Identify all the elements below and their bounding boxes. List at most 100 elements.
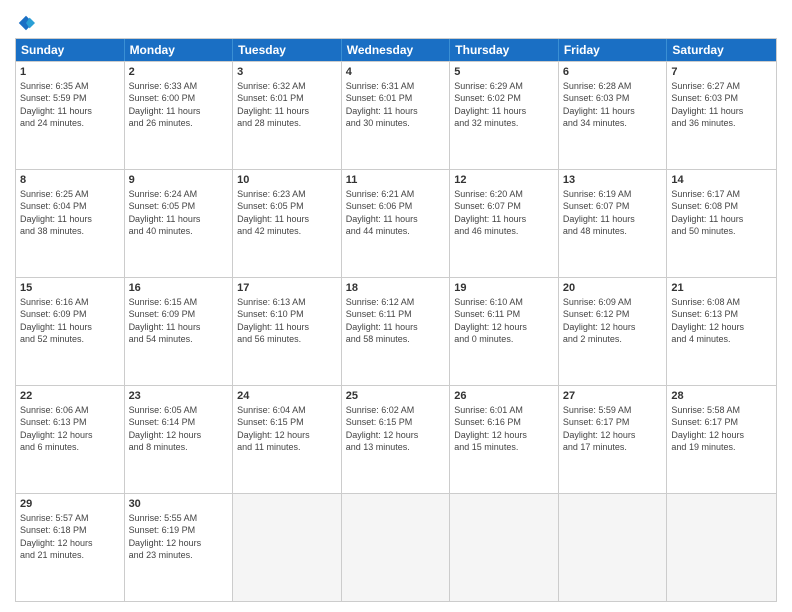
cell-details: Sunrise: 6:15 AMSunset: 6:09 PMDaylight:… bbox=[129, 296, 229, 345]
day-number: 29 bbox=[20, 497, 120, 511]
calendar-row: 29Sunrise: 5:57 AMSunset: 6:18 PMDayligh… bbox=[16, 493, 776, 601]
calendar-cell: 2Sunrise: 6:33 AMSunset: 6:00 PMDaylight… bbox=[125, 62, 234, 169]
day-number: 30 bbox=[129, 497, 229, 511]
cell-details: Sunrise: 6:10 AMSunset: 6:11 PMDaylight:… bbox=[454, 296, 554, 345]
calendar-cell: 29Sunrise: 5:57 AMSunset: 6:18 PMDayligh… bbox=[16, 494, 125, 601]
calendar-cell: 14Sunrise: 6:17 AMSunset: 6:08 PMDayligh… bbox=[667, 170, 776, 277]
day-number: 21 bbox=[671, 281, 772, 295]
day-number: 27 bbox=[563, 389, 663, 403]
page: SundayMondayTuesdayWednesdayThursdayFrid… bbox=[0, 0, 792, 612]
day-number: 19 bbox=[454, 281, 554, 295]
calendar-cell: 5Sunrise: 6:29 AMSunset: 6:02 PMDaylight… bbox=[450, 62, 559, 169]
cell-details: Sunrise: 6:01 AMSunset: 6:16 PMDaylight:… bbox=[454, 404, 554, 453]
cell-details: Sunrise: 6:29 AMSunset: 6:02 PMDaylight:… bbox=[454, 80, 554, 129]
day-number: 11 bbox=[346, 173, 446, 187]
day-number: 18 bbox=[346, 281, 446, 295]
day-number: 13 bbox=[563, 173, 663, 187]
calendar-header-day: Thursday bbox=[450, 39, 559, 61]
cell-details: Sunrise: 6:32 AMSunset: 6:01 PMDaylight:… bbox=[237, 80, 337, 129]
cell-details: Sunrise: 6:23 AMSunset: 6:05 PMDaylight:… bbox=[237, 188, 337, 237]
day-number: 17 bbox=[237, 281, 337, 295]
calendar-cell: 26Sunrise: 6:01 AMSunset: 6:16 PMDayligh… bbox=[450, 386, 559, 493]
day-number: 24 bbox=[237, 389, 337, 403]
calendar-header-day: Friday bbox=[559, 39, 668, 61]
day-number: 15 bbox=[20, 281, 120, 295]
calendar-header-day: Sunday bbox=[16, 39, 125, 61]
calendar-cell: 15Sunrise: 6:16 AMSunset: 6:09 PMDayligh… bbox=[16, 278, 125, 385]
day-number: 4 bbox=[346, 65, 446, 79]
cell-details: Sunrise: 6:16 AMSunset: 6:09 PMDaylight:… bbox=[20, 296, 120, 345]
cell-details: Sunrise: 6:27 AMSunset: 6:03 PMDaylight:… bbox=[671, 80, 772, 129]
cell-details: Sunrise: 6:19 AMSunset: 6:07 PMDaylight:… bbox=[563, 188, 663, 237]
day-number: 25 bbox=[346, 389, 446, 403]
calendar-cell: 8Sunrise: 6:25 AMSunset: 6:04 PMDaylight… bbox=[16, 170, 125, 277]
day-number: 6 bbox=[563, 65, 663, 79]
calendar-cell: 19Sunrise: 6:10 AMSunset: 6:11 PMDayligh… bbox=[450, 278, 559, 385]
day-number: 2 bbox=[129, 65, 229, 79]
cell-details: Sunrise: 6:02 AMSunset: 6:15 PMDaylight:… bbox=[346, 404, 446, 453]
logo bbox=[15, 10, 35, 32]
calendar-cell: 18Sunrise: 6:12 AMSunset: 6:11 PMDayligh… bbox=[342, 278, 451, 385]
calendar-header-day: Wednesday bbox=[342, 39, 451, 61]
cell-details: Sunrise: 6:17 AMSunset: 6:08 PMDaylight:… bbox=[671, 188, 772, 237]
calendar-cell: 11Sunrise: 6:21 AMSunset: 6:06 PMDayligh… bbox=[342, 170, 451, 277]
calendar-cell bbox=[342, 494, 451, 601]
calendar-row: 1Sunrise: 6:35 AMSunset: 5:59 PMDaylight… bbox=[16, 61, 776, 169]
cell-details: Sunrise: 6:31 AMSunset: 6:01 PMDaylight:… bbox=[346, 80, 446, 129]
calendar-cell: 30Sunrise: 5:55 AMSunset: 6:19 PMDayligh… bbox=[125, 494, 234, 601]
calendar-cell: 4Sunrise: 6:31 AMSunset: 6:01 PMDaylight… bbox=[342, 62, 451, 169]
day-number: 26 bbox=[454, 389, 554, 403]
cell-details: Sunrise: 6:20 AMSunset: 6:07 PMDaylight:… bbox=[454, 188, 554, 237]
calendar-row: 8Sunrise: 6:25 AMSunset: 6:04 PMDaylight… bbox=[16, 169, 776, 277]
cell-details: Sunrise: 6:24 AMSunset: 6:05 PMDaylight:… bbox=[129, 188, 229, 237]
day-number: 10 bbox=[237, 173, 337, 187]
day-number: 5 bbox=[454, 65, 554, 79]
calendar-cell: 13Sunrise: 6:19 AMSunset: 6:07 PMDayligh… bbox=[559, 170, 668, 277]
calendar-cell: 24Sunrise: 6:04 AMSunset: 6:15 PMDayligh… bbox=[233, 386, 342, 493]
calendar-cell: 25Sunrise: 6:02 AMSunset: 6:15 PMDayligh… bbox=[342, 386, 451, 493]
calendar-row: 22Sunrise: 6:06 AMSunset: 6:13 PMDayligh… bbox=[16, 385, 776, 493]
calendar-cell: 27Sunrise: 5:59 AMSunset: 6:17 PMDayligh… bbox=[559, 386, 668, 493]
day-number: 16 bbox=[129, 281, 229, 295]
day-number: 8 bbox=[20, 173, 120, 187]
day-number: 9 bbox=[129, 173, 229, 187]
day-number: 12 bbox=[454, 173, 554, 187]
calendar-header-day: Tuesday bbox=[233, 39, 342, 61]
calendar-cell: 22Sunrise: 6:06 AMSunset: 6:13 PMDayligh… bbox=[16, 386, 125, 493]
calendar-cell: 1Sunrise: 6:35 AMSunset: 5:59 PMDaylight… bbox=[16, 62, 125, 169]
calendar-cell: 16Sunrise: 6:15 AMSunset: 6:09 PMDayligh… bbox=[125, 278, 234, 385]
calendar-cell: 17Sunrise: 6:13 AMSunset: 6:10 PMDayligh… bbox=[233, 278, 342, 385]
calendar-cell: 12Sunrise: 6:20 AMSunset: 6:07 PMDayligh… bbox=[450, 170, 559, 277]
calendar-header-day: Monday bbox=[125, 39, 234, 61]
header bbox=[15, 10, 777, 32]
calendar-cell: 10Sunrise: 6:23 AMSunset: 6:05 PMDayligh… bbox=[233, 170, 342, 277]
cell-details: Sunrise: 5:59 AMSunset: 6:17 PMDaylight:… bbox=[563, 404, 663, 453]
cell-details: Sunrise: 6:13 AMSunset: 6:10 PMDaylight:… bbox=[237, 296, 337, 345]
cell-details: Sunrise: 5:57 AMSunset: 6:18 PMDaylight:… bbox=[20, 512, 120, 561]
day-number: 28 bbox=[671, 389, 772, 403]
day-number: 7 bbox=[671, 65, 772, 79]
calendar-row: 15Sunrise: 6:16 AMSunset: 6:09 PMDayligh… bbox=[16, 277, 776, 385]
calendar-body: 1Sunrise: 6:35 AMSunset: 5:59 PMDaylight… bbox=[16, 61, 776, 601]
day-number: 3 bbox=[237, 65, 337, 79]
calendar-cell: 6Sunrise: 6:28 AMSunset: 6:03 PMDaylight… bbox=[559, 62, 668, 169]
cell-details: Sunrise: 5:58 AMSunset: 6:17 PMDaylight:… bbox=[671, 404, 772, 453]
cell-details: Sunrise: 6:25 AMSunset: 6:04 PMDaylight:… bbox=[20, 188, 120, 237]
calendar-header: SundayMondayTuesdayWednesdayThursdayFrid… bbox=[16, 39, 776, 61]
cell-details: Sunrise: 6:21 AMSunset: 6:06 PMDaylight:… bbox=[346, 188, 446, 237]
logo-icon bbox=[17, 14, 35, 32]
calendar-cell: 23Sunrise: 6:05 AMSunset: 6:14 PMDayligh… bbox=[125, 386, 234, 493]
cell-details: Sunrise: 5:55 AMSunset: 6:19 PMDaylight:… bbox=[129, 512, 229, 561]
calendar-cell: 3Sunrise: 6:32 AMSunset: 6:01 PMDaylight… bbox=[233, 62, 342, 169]
cell-details: Sunrise: 6:04 AMSunset: 6:15 PMDaylight:… bbox=[237, 404, 337, 453]
day-number: 23 bbox=[129, 389, 229, 403]
cell-details: Sunrise: 6:08 AMSunset: 6:13 PMDaylight:… bbox=[671, 296, 772, 345]
cell-details: Sunrise: 6:35 AMSunset: 5:59 PMDaylight:… bbox=[20, 80, 120, 129]
cell-details: Sunrise: 6:06 AMSunset: 6:13 PMDaylight:… bbox=[20, 404, 120, 453]
cell-details: Sunrise: 6:12 AMSunset: 6:11 PMDaylight:… bbox=[346, 296, 446, 345]
calendar-cell: 21Sunrise: 6:08 AMSunset: 6:13 PMDayligh… bbox=[667, 278, 776, 385]
calendar-cell: 20Sunrise: 6:09 AMSunset: 6:12 PMDayligh… bbox=[559, 278, 668, 385]
day-number: 22 bbox=[20, 389, 120, 403]
calendar-header-day: Saturday bbox=[667, 39, 776, 61]
calendar-cell bbox=[450, 494, 559, 601]
